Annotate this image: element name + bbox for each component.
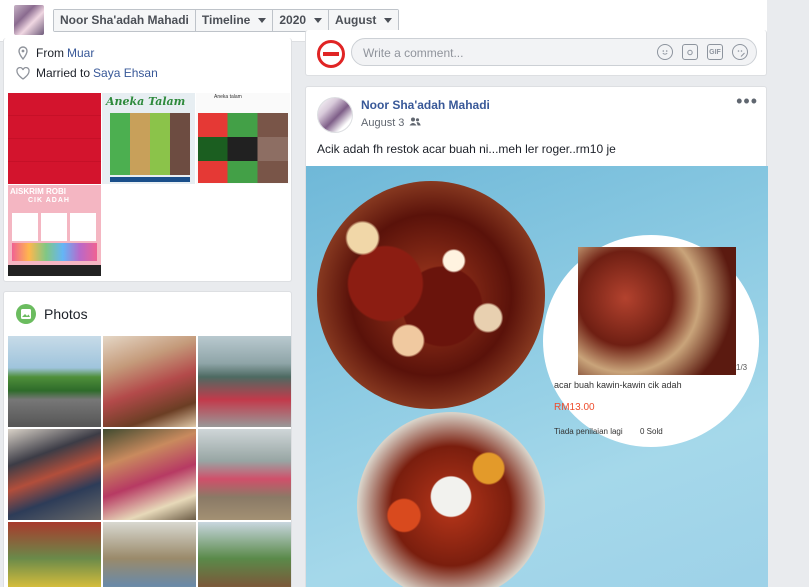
friends-privacy-icon: [409, 117, 422, 129]
chevron-down-icon: [384, 18, 393, 23]
right-gutter: [767, 0, 809, 587]
location-pin-icon: [16, 46, 30, 60]
comment-tools: GIF: [657, 44, 748, 60]
relationship-row: Married to Saya Ehsan: [16, 66, 158, 80]
tab-timeline-label: Timeline: [201, 13, 251, 27]
featured-photo-title: AISKRIM ROBI: [10, 187, 66, 196]
camera-icon[interactable]: [682, 44, 698, 60]
image-pager: 1/3: [736, 363, 748, 372]
chevron-down-icon: [314, 18, 323, 23]
gif-icon[interactable]: GIF: [707, 44, 723, 60]
photos-card: Photos: [3, 291, 292, 587]
featured-photo[interactable]: Aneka Talam: [102, 93, 195, 184]
hometown-link[interactable]: Muar: [67, 46, 94, 60]
photos-title: Photos: [44, 306, 88, 322]
product-name: acar buah kawin-kawin cik adah: [554, 380, 682, 390]
comment-input[interactable]: Write a comment... GIF: [351, 38, 757, 66]
photo-thumbnail[interactable]: [198, 522, 291, 587]
food-circle-large: [317, 181, 545, 409]
tab-timeline[interactable]: Timeline: [195, 10, 274, 31]
post-image[interactable]: 1/3 acar buah kawin-kawin cik adah RM13.…: [306, 166, 768, 587]
post-date: August 3: [361, 117, 405, 129]
emoji-icon[interactable]: [657, 44, 673, 60]
photos-icon: [16, 304, 36, 324]
no-entry-avatar-icon: [317, 40, 345, 68]
year-label: 2020: [279, 13, 307, 27]
comment-composer: Write a comment... GIF: [305, 30, 767, 76]
featured-photo[interactable]: [8, 93, 101, 184]
profile-avatar[interactable]: [14, 5, 44, 35]
post-timestamp[interactable]: August 3: [361, 117, 422, 129]
photo-thumbnail[interactable]: [8, 522, 101, 587]
featured-photo-subtitle: CIK ADAH: [28, 197, 70, 204]
spouse-link[interactable]: Saya Ehsan: [93, 66, 158, 80]
photo-thumbnail[interactable]: [103, 336, 196, 427]
post-author-avatar[interactable]: [317, 97, 353, 133]
photo-thumbnail[interactable]: [8, 336, 101, 427]
sticker-icon[interactable]: [732, 44, 748, 60]
product-sold-count: 0 Sold: [640, 427, 663, 436]
product-image: [578, 247, 736, 375]
intro-card: From Muar Married to Saya Ehsan Aneka Ta…: [3, 38, 292, 282]
featured-photo[interactable]: AISKRIM ROBI CIK ADAH: [8, 185, 101, 276]
featured-photo-caption: Aneka talam: [214, 94, 242, 100]
hometown-row: From Muar: [16, 46, 94, 60]
photo-thumbnail[interactable]: [103, 429, 196, 520]
post-text: Acik adah fh restok acar buah ni...meh l…: [317, 142, 616, 156]
profile-name: Noor Sha'adah Mahadi: [60, 13, 189, 27]
featured-photo[interactable]: Aneka talam: [196, 93, 290, 184]
month-label: August: [335, 13, 377, 27]
breadcrumb: Noor Sha'adah Mahadi Timeline 2020 Augus…: [53, 9, 400, 32]
food-circle-jars: [357, 412, 545, 587]
featured-photo-title: Aneka Talam: [106, 95, 186, 108]
photos-header[interactable]: Photos: [16, 304, 88, 324]
relationship-label: Married to: [36, 66, 91, 80]
photo-thumbnail[interactable]: [198, 336, 291, 427]
comment-placeholder: Write a comment...: [363, 46, 464, 60]
shop-product-card[interactable]: 1/3 acar buah kawin-kawin cik adah RM13.…: [543, 235, 759, 447]
photo-thumbnail[interactable]: [8, 429, 101, 520]
timeline-post: Noor Sha'adah Mahadi August 3 ••• Acik a…: [305, 86, 768, 587]
product-rating: Tiada penilaian lagi: [554, 427, 623, 436]
heart-icon: [16, 66, 30, 80]
hometown-label: From: [36, 46, 64, 60]
post-author-name[interactable]: Noor Sha'adah Mahadi: [361, 98, 490, 112]
profile-name-link[interactable]: Noor Sha'adah Mahadi: [54, 10, 196, 31]
photo-thumbnail[interactable]: [103, 522, 196, 587]
month-dropdown[interactable]: August: [329, 10, 399, 31]
product-price: RM13.00: [554, 402, 595, 413]
post-options-button[interactable]: •••: [736, 92, 758, 110]
photo-thumbnail[interactable]: [198, 429, 291, 520]
chevron-down-icon: [258, 18, 267, 23]
year-dropdown[interactable]: 2020: [273, 10, 330, 31]
